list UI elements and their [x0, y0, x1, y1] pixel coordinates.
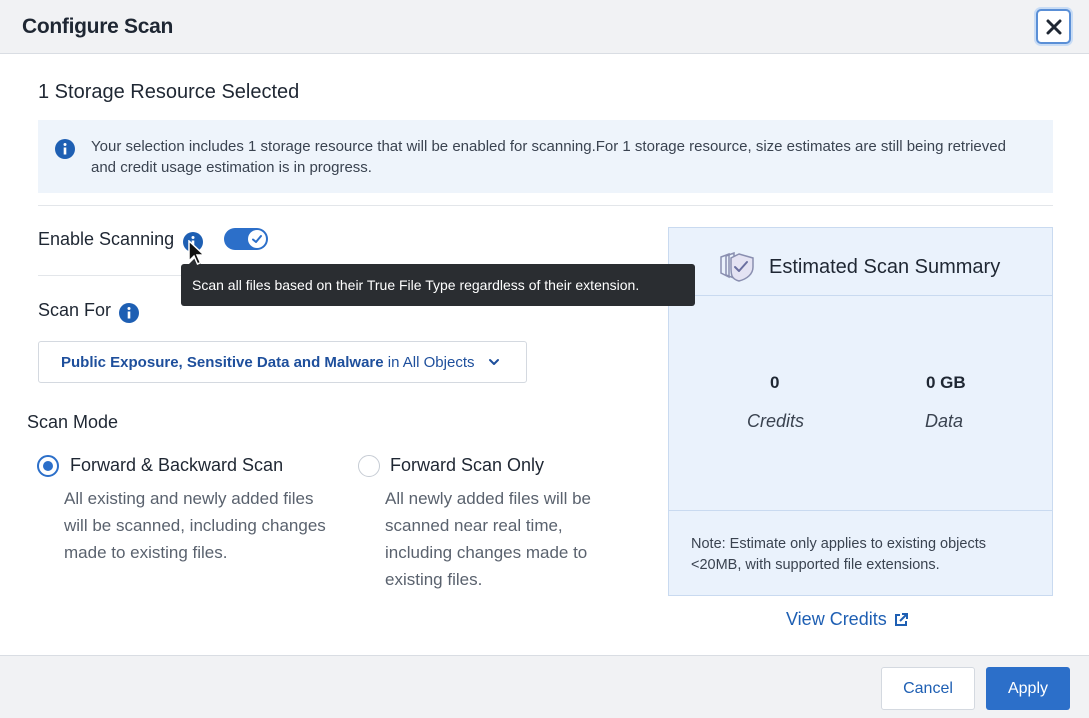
scan-mode-label: Scan Mode — [27, 412, 119, 432]
option-forward-only-desc: All newly added files will be scanned ne… — [385, 485, 591, 593]
shield-check-icon — [720, 251, 754, 282]
option-forward-backward-desc: All existing and newly added files will … — [64, 485, 326, 566]
chevron-down-icon — [489, 359, 499, 365]
info-banner: Your selection includes 1 storage resour… — [38, 120, 1053, 193]
desc-line: All newly added files will be — [385, 489, 591, 508]
desc-line: scanned near real time, — [385, 516, 563, 535]
radio-forward-only[interactable] — [358, 455, 380, 477]
check-icon — [252, 235, 262, 243]
summary-footer: Note: Estimate only applies to existing … — [669, 510, 1052, 596]
external-link-icon — [894, 612, 908, 626]
scan-for-selected-value: Public Exposure, Sensitive Data and Malw… — [61, 354, 475, 371]
view-credits-label: View Credits — [786, 609, 887, 629]
scan-for-dropdown[interactable]: Public Exposure, Sensitive Data and Malw… — [38, 341, 527, 383]
scan-for-selection-bold: Public Exposure, Sensitive Data and Malw… — [61, 354, 384, 371]
desc-line: will be scanned, including changes — [64, 516, 326, 535]
info-icon — [55, 139, 75, 159]
toggle-knob — [248, 230, 266, 248]
radio-forward-backward[interactable] — [37, 455, 59, 477]
cancel-button[interactable]: Cancel — [881, 667, 975, 710]
scan-for-label: Scan For — [38, 300, 112, 320]
dialog-header: Configure Scan — [0, 0, 1089, 54]
desc-line: All existing and newly added files — [64, 489, 314, 508]
apply-button[interactable]: Apply — [986, 667, 1070, 710]
enable-scanning-toggle[interactable] — [224, 228, 268, 250]
configure-scan-dialog: Configure Scan 1 Storage Resource Select… — [0, 0, 1089, 718]
scan-for-info-icon[interactable] — [118, 302, 140, 324]
data-label: Data — [925, 411, 964, 431]
true-file-type-tooltip: Scan all files based on their True File … — [181, 258, 695, 306]
desc-line: existing files. — [385, 570, 483, 589]
close-button[interactable] — [1036, 9, 1071, 44]
scan-for-selection-rest: in All Objects — [383, 354, 475, 371]
summary-header: Estimated Scan Summary — [669, 228, 1052, 296]
option-forward-backward-title: Forward & Backward Scan — [70, 455, 284, 475]
summary-note: Note: Estimate only applies to existing … — [691, 536, 986, 573]
credits-value: 0 — [770, 373, 780, 392]
desc-line: including changes made to — [385, 543, 588, 562]
selected-resources-heading: 1 Storage Resource Selected — [38, 81, 300, 103]
desc-line: made to existing files. — [64, 543, 228, 562]
summary-title: Estimated Scan Summary — [769, 256, 1001, 278]
data-value: 0 GB — [926, 373, 966, 392]
close-icon — [1046, 19, 1061, 34]
mouse-cursor-icon — [188, 240, 206, 265]
view-credits-link[interactable]: View Credits — [786, 609, 909, 630]
dialog-footer: Cancel Apply — [0, 655, 1089, 718]
estimated-scan-summary-panel: Estimated Scan Summary 0 Credits 0 GB Da… — [668, 227, 1053, 596]
divider — [38, 205, 1053, 206]
enable-scanning-label: Enable Scanning — [38, 229, 175, 249]
dialog-title: Configure Scan — [22, 15, 173, 38]
option-forward-only-title: Forward Scan Only — [390, 455, 545, 475]
info-banner-text: Your selection includes 1 storage resour… — [91, 138, 1006, 176]
credits-label: Credits — [747, 411, 805, 431]
